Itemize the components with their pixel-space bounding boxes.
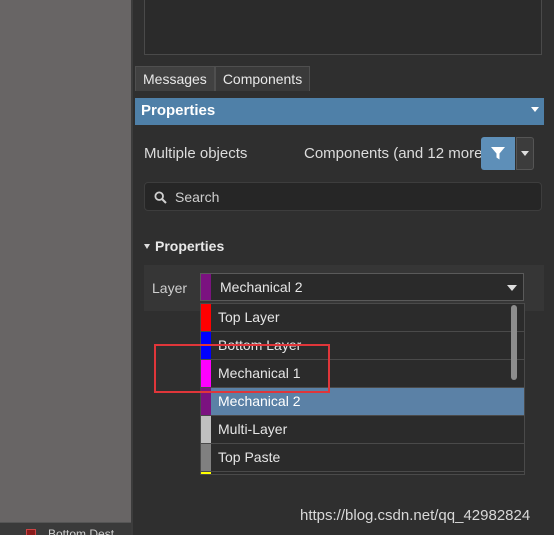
layer-color-swatch [201, 444, 211, 471]
section-title: Properties [155, 238, 225, 254]
watermark-text: https://blog.csdn.net/qq_42982824 [300, 507, 531, 524]
layer-select-value: Mechanical 2 [220, 279, 303, 295]
layer-option-label: Multi-Layer [218, 421, 288, 437]
selection-summary: Multiple objects [144, 145, 248, 162]
layer-tab-label: Bottom Dest [48, 527, 115, 535]
filter-icon [491, 147, 505, 160]
layer-tab-swatch [26, 529, 36, 535]
selection-filter-text: Components (and 12 more) [304, 145, 488, 162]
chevron-down-icon [521, 151, 529, 156]
filter-dropdown-button[interactable] [516, 137, 534, 170]
panel-menu-icon[interactable] [531, 107, 539, 112]
search-box[interactable] [144, 182, 542, 211]
tab-messages[interactable]: Messages [135, 66, 215, 91]
layer-option-top-paste[interactable]: Top Paste [201, 444, 524, 472]
tab-components[interactable]: Components [214, 66, 311, 91]
design-canvas[interactable] [0, 0, 131, 535]
layer-option-label: Mechanical 2 [218, 393, 301, 409]
layer-select[interactable]: Mechanical 2 [200, 273, 524, 301]
layer-color-swatch [201, 304, 211, 331]
chevron-down-icon[interactable] [507, 285, 517, 291]
search-icon [154, 191, 167, 204]
layer-tab-strip[interactable]: Bottom Dest [0, 522, 131, 535]
collapse-triangle-icon [144, 244, 150, 249]
panel-title: Properties [141, 102, 216, 119]
properties-section-header[interactable]: Properties [144, 238, 224, 254]
layer-label: Layer [152, 280, 188, 296]
layer-option-top-layer[interactable]: Top Layer [201, 304, 524, 332]
filter-button[interactable] [481, 137, 515, 170]
layer-option-partial[interactable] [201, 472, 524, 474]
layer-color-swatch [201, 274, 211, 300]
layer-option-label: Top Paste [218, 449, 281, 465]
highlight-annotation-box [154, 344, 330, 393]
dropdown-scrollbar[interactable] [511, 305, 517, 380]
layer-color-swatch [201, 472, 211, 474]
layer-color-swatch [201, 416, 211, 443]
panel-tabs: Messages Components [135, 66, 311, 91]
properties-panel-header[interactable]: Properties [135, 98, 544, 125]
search-input[interactable] [175, 187, 525, 207]
layer-option-label: Top Layer [218, 309, 280, 325]
messages-area [144, 0, 542, 55]
layer-option-multi-layer[interactable]: Multi-Layer [201, 416, 524, 444]
